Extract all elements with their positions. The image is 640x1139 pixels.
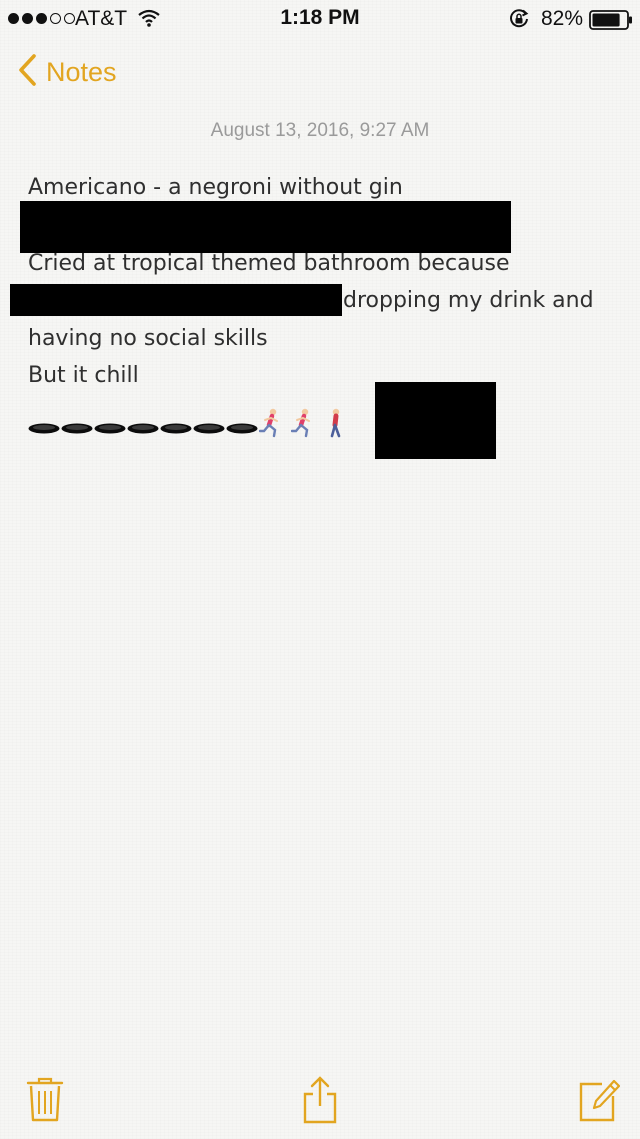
emoji-row — [28, 398, 355, 438]
walker-emoji-icon — [330, 408, 341, 438]
hole-emoji-icon — [28, 423, 60, 434]
trash-icon — [25, 1077, 65, 1126]
status-bar: AT&T 1:18 PM 82% — [0, 0, 640, 38]
delete-button[interactable] — [25, 1076, 65, 1126]
note-line: Americano - a negroni without gin — [28, 175, 403, 200]
compose-icon — [578, 1079, 621, 1126]
note-line: Cried at tropical themed bathroom becaus… — [28, 251, 510, 276]
redaction-box — [20, 201, 511, 253]
hole-emoji-icon — [127, 423, 159, 434]
note-line: dropping my drink and — [343, 288, 594, 313]
hole-emoji-icon — [94, 423, 126, 434]
runner-emoji-icon — [259, 408, 278, 438]
runner-emoji-icon — [291, 408, 310, 438]
hole-emoji-icon — [193, 423, 225, 434]
battery-icon — [589, 10, 633, 35]
chevron-left-icon — [16, 53, 38, 91]
redaction-box — [10, 284, 342, 316]
battery-percent: 82% — [541, 7, 584, 30]
share-button[interactable] — [301, 1076, 339, 1128]
note-line: having no social skills — [28, 326, 268, 351]
hole-emoji-icon — [160, 423, 192, 434]
compose-button[interactable] — [578, 1076, 621, 1126]
note-date: August 13, 2016, 9:27 AM — [210, 120, 430, 141]
redaction-box — [375, 382, 496, 459]
back-label: Notes — [46, 56, 117, 87]
share-icon — [301, 1076, 339, 1128]
hole-emoji-icon — [226, 423, 258, 434]
note-line: But it chill — [28, 363, 139, 388]
back-button[interactable]: Notes — [16, 52, 117, 92]
hole-emoji-icon — [61, 423, 93, 434]
rotation-lock-icon — [508, 8, 530, 35]
